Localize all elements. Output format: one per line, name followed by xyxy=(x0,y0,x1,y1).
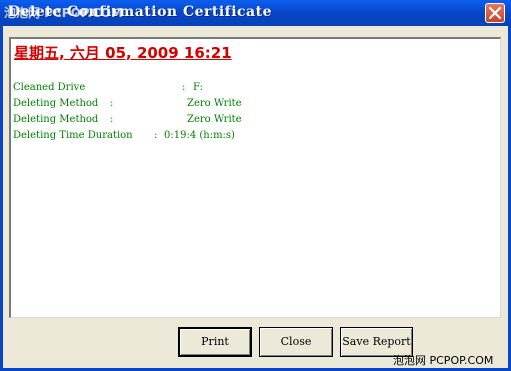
watermark: 泡泡网 PCPOP.COM xyxy=(393,354,494,367)
report-line-separator: : xyxy=(110,114,114,125)
title-watermark: 泡泡网 PCPOP.COM xyxy=(4,6,123,20)
report-line-separator: : xyxy=(182,82,186,93)
report-line-label: Cleaned Drive xyxy=(13,82,86,93)
report-line-value: Zero Write xyxy=(187,114,242,125)
close-icon xyxy=(489,7,501,19)
close-button[interactable]: Close xyxy=(259,327,333,357)
print-button[interactable]: Print xyxy=(178,327,252,357)
report-line-value: Zero Write xyxy=(187,98,242,109)
report-line-label: Deleting Method xyxy=(13,98,99,109)
window-frame-left xyxy=(0,26,3,371)
report-line-label: Deleting Time Duration xyxy=(13,130,133,141)
window-close-button[interactable] xyxy=(485,3,505,23)
report-line-separator: : xyxy=(154,130,158,141)
report-date: 星期五, 六月 05, 2009 16:21 xyxy=(14,44,232,62)
report-line-separator: : xyxy=(110,98,114,109)
certificate-window: Delete Confirmation Certificate 泡泡网 PCPO… xyxy=(0,0,511,371)
report-line-value: F: xyxy=(193,82,203,93)
report-line-label: Deleting Method xyxy=(13,114,99,125)
report-panel: 星期五, 六月 05, 2009 16:21 Cleaned Drive : F… xyxy=(9,37,501,318)
title-bar[interactable]: Delete Confirmation Certificate 泡泡网 PCPO… xyxy=(0,0,511,26)
report-line-value: 0:19:4 (h:m:s) xyxy=(164,130,235,141)
